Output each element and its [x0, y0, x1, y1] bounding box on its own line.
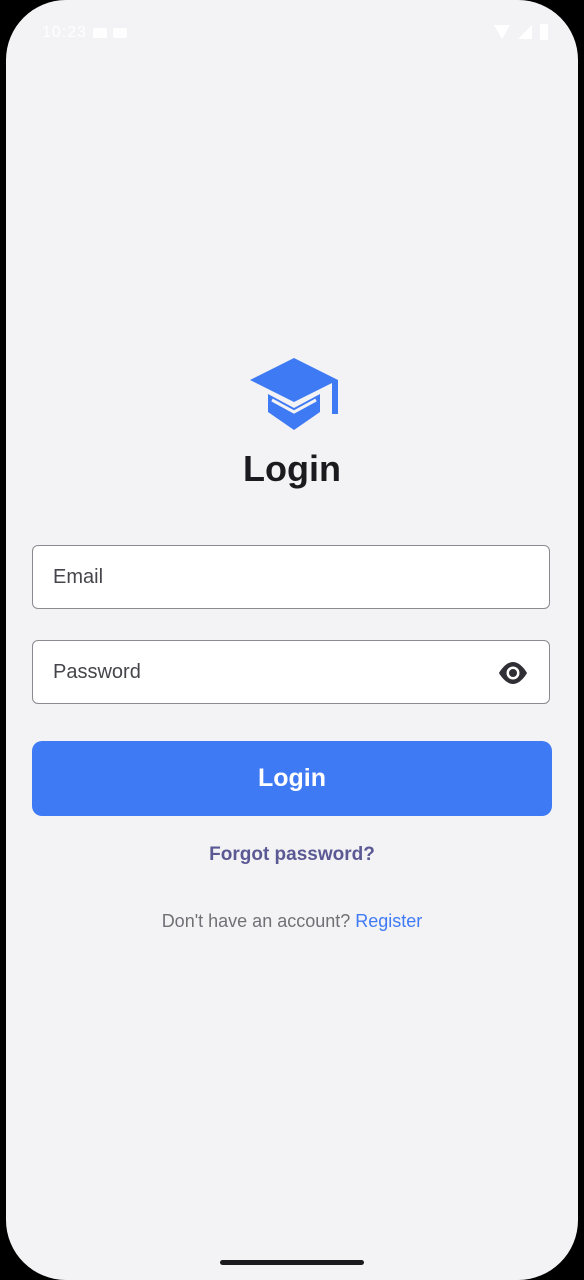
login-button[interactable]: Login — [32, 741, 552, 816]
status-bar: 10:23 — [6, 0, 578, 70]
email-field[interactable] — [32, 545, 550, 609]
status-time: 10:23 — [42, 24, 88, 41]
page-title: Login — [243, 448, 341, 489]
notification-icon — [93, 28, 108, 38]
password-field[interactable] — [32, 640, 550, 704]
register-row: Don't have an account? Register — [6, 911, 578, 932]
no-account-text: Don't have an account? — [161, 911, 356, 931]
status-left: 10:23 — [42, 24, 128, 42]
notification-icon-2 — [113, 28, 128, 38]
password-input[interactable] — [33, 641, 549, 703]
status-right — [494, 24, 548, 40]
login-screen: 10:23 Login Login Forgot password? Don't… — [6, 0, 578, 1280]
email-input[interactable] — [33, 546, 549, 608]
forgot-password-link[interactable]: Forgot password? — [6, 844, 578, 866]
signal-icon — [518, 25, 532, 39]
graduation-cap-icon — [250, 358, 338, 430]
eye-icon[interactable] — [497, 660, 529, 686]
home-indicator[interactable] — [220, 1260, 364, 1265]
register-link[interactable]: Register — [355, 911, 422, 931]
battery-icon — [540, 24, 548, 40]
wifi-icon — [494, 25, 510, 39]
